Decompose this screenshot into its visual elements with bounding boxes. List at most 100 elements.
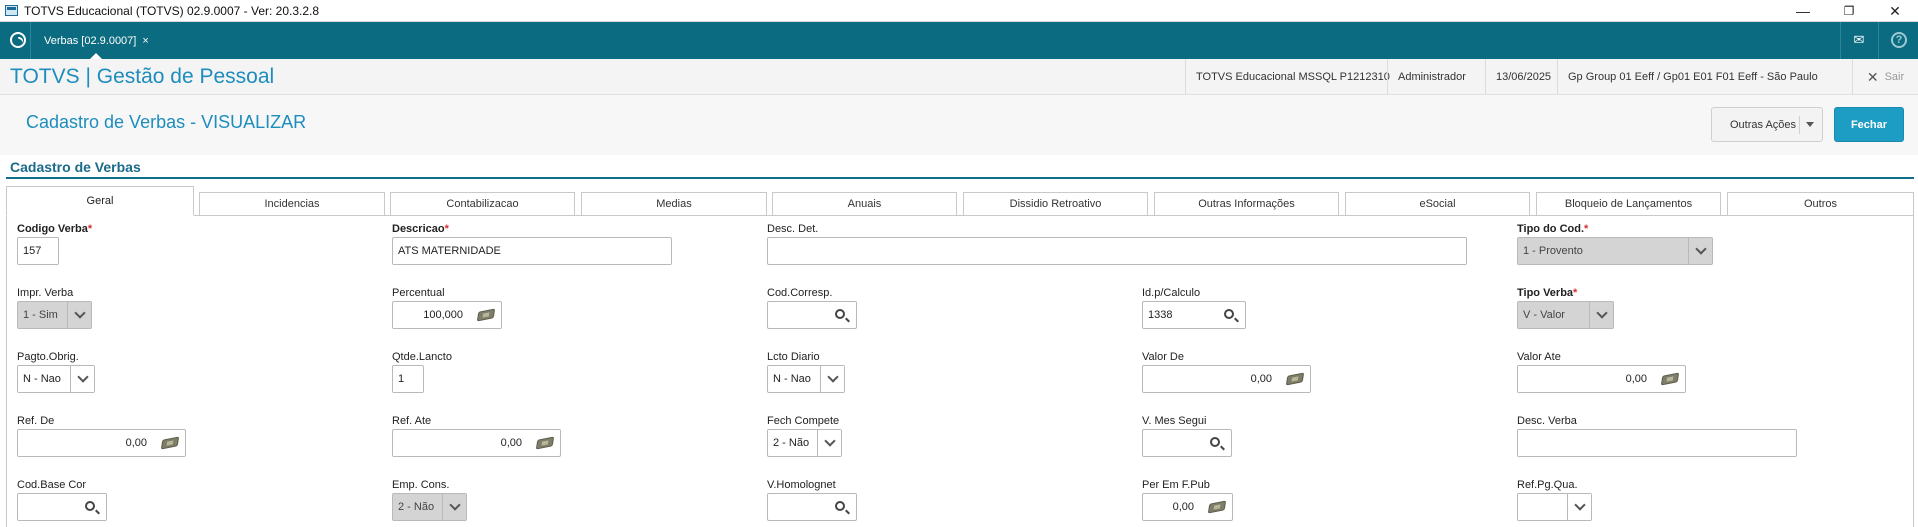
- calculator-icon[interactable]: [530, 430, 560, 456]
- close-window-button[interactable]: ✕: [1872, 0, 1918, 22]
- other-actions-button[interactable]: Outras Ações: [1711, 107, 1823, 142]
- tipo-cod-select[interactable]: 1 - Provento: [1517, 237, 1713, 265]
- page-header: Cadastro de Verbas - VISUALIZAR Outras A…: [0, 95, 1918, 155]
- ref-de-label: Ref. De: [17, 415, 55, 427]
- page-title: Cadastro de Verbas - VISUALIZAR: [26, 112, 307, 132]
- valor-de-field[interactable]: 0,00: [1142, 365, 1311, 393]
- tab-close-icon[interactable]: ×: [142, 35, 148, 47]
- impr-verba-select[interactable]: 1 - Sim: [17, 301, 92, 329]
- cod-corresp-label: Cod.Corresp.: [767, 287, 833, 299]
- chevron-down-icon[interactable]: [1589, 302, 1613, 328]
- fech-compete-value: 2 - Não: [773, 437, 810, 449]
- tab-verbas[interactable]: Verbas [02.9.0007] ×: [36, 22, 157, 59]
- chevron-down-icon[interactable]: [820, 366, 844, 392]
- fech-compete-label: Fech Compete: [767, 415, 840, 427]
- calculator-icon[interactable]: [1655, 366, 1685, 392]
- tab-outros[interactable]: Outros: [1727, 192, 1914, 216]
- tab-esocial[interactable]: eSocial: [1345, 192, 1530, 216]
- pagto-obrig-select[interactable]: N - Nao: [17, 365, 95, 393]
- qtde-lancto-label: Qtde.Lancto: [392, 351, 452, 363]
- logout-button[interactable]: ✕ Sair: [1852, 59, 1918, 95]
- close-button[interactable]: Fechar: [1834, 107, 1904, 142]
- percentual-label: Percentual: [392, 287, 445, 299]
- id-calculo-field[interactable]: 1338: [1142, 301, 1246, 329]
- chevron-down-icon[interactable]: [70, 366, 94, 392]
- chevron-down-icon[interactable]: [1688, 238, 1712, 264]
- per-em-f-pub-value: 0,00: [1172, 501, 1194, 513]
- chevron-down-icon[interactable]: [1567, 494, 1591, 520]
- cod-base-cor-field[interactable]: [17, 493, 107, 521]
- home-icon[interactable]: [10, 32, 26, 48]
- tabbar-divider: [1840, 22, 1841, 59]
- button-divider: [1799, 116, 1800, 134]
- id-calculo-label: Id.p/Calculo: [1142, 287, 1201, 299]
- user-info: Administrador: [1387, 59, 1476, 95]
- search-icon[interactable]: [826, 302, 856, 328]
- descricao-label: Descricao*: [392, 223, 449, 235]
- v-mes-segui-field[interactable]: [1142, 429, 1232, 457]
- logout-label: Sair: [1884, 71, 1905, 83]
- ref-ate-field[interactable]: 0,00: [392, 429, 561, 457]
- ref-pg-qua-select[interactable]: [1517, 493, 1592, 521]
- chevron-down-icon[interactable]: [442, 494, 466, 520]
- v-mes-segui-label: V. Mes Segui: [1142, 415, 1207, 427]
- search-icon[interactable]: [826, 494, 856, 520]
- valor-ate-field[interactable]: 0,00: [1517, 365, 1686, 393]
- fech-compete-select[interactable]: 2 - Não: [767, 429, 842, 457]
- percentual-field[interactable]: 100,000: [392, 301, 502, 329]
- chevron-down-icon[interactable]: [817, 430, 841, 456]
- v-homolognet-field[interactable]: [767, 493, 857, 521]
- tab-bloqueio-lancamentos[interactable]: Bloqueio de Lançamentos: [1536, 192, 1721, 216]
- emp-cons-select[interactable]: 2 - Não: [392, 493, 467, 521]
- help-icon[interactable]: ?: [1891, 32, 1907, 48]
- tab-geral[interactable]: Geral: [6, 186, 194, 216]
- qtde-lancto-field[interactable]: 1: [392, 365, 424, 393]
- search-icon[interactable]: [1201, 430, 1231, 456]
- panel-border: [1913, 215, 1914, 527]
- calculator-icon[interactable]: [1280, 366, 1310, 392]
- tipo-verba-select[interactable]: V - Valor: [1517, 301, 1614, 329]
- pagto-obrig-label: Pagto.Obrig.: [17, 351, 79, 363]
- lcto-diario-label: Lcto Diario: [767, 351, 820, 363]
- search-icon[interactable]: [76, 494, 106, 520]
- tab-contabilizacao[interactable]: Contabilizacao: [390, 192, 575, 216]
- tipo-cod-value: 1 - Provento: [1523, 245, 1583, 257]
- cod-corresp-field[interactable]: [767, 301, 857, 329]
- calculator-icon[interactable]: [471, 302, 501, 328]
- ref-de-field[interactable]: 0,00: [17, 429, 186, 457]
- search-icon[interactable]: [1215, 302, 1245, 328]
- per-em-f-pub-field[interactable]: 0,00: [1142, 493, 1233, 521]
- mail-icon[interactable]: ✉: [1851, 32, 1867, 48]
- module-brand: TOTVS | Gestão de Pessoal: [10, 65, 275, 88]
- chevron-down-icon[interactable]: [67, 302, 91, 328]
- desc-det-label: Desc. Det.: [767, 223, 819, 235]
- calculator-icon[interactable]: [1202, 494, 1232, 520]
- tab-incidencias[interactable]: Incidencias: [199, 192, 385, 216]
- lcto-diario-value: N - Nao: [773, 373, 811, 385]
- ref-pg-qua-label: Ref.Pg.Qua.: [1517, 479, 1578, 491]
- minimize-button[interactable]: —: [1780, 0, 1826, 22]
- tab-anuais[interactable]: Anuais: [772, 192, 957, 216]
- valor-ate-label: Valor Ate: [1517, 351, 1561, 363]
- impr-verba-label: Impr. Verba: [17, 287, 74, 299]
- impr-verba-value: 1 - Sim: [23, 309, 58, 321]
- descricao-field[interactable]: ATS MATERNIDADE: [392, 237, 672, 265]
- calculator-icon[interactable]: [155, 430, 185, 456]
- desc-det-field[interactable]: [767, 237, 1467, 265]
- emp-cons-label: Emp. Cons.: [392, 479, 450, 491]
- tab-dissidio-retroativo[interactable]: Dissidio Retroativo: [963, 192, 1148, 216]
- section-title: Cadastro de Verbas: [10, 159, 141, 175]
- tabs-baseline: [6, 215, 1914, 216]
- valor-de-value: 0,00: [1250, 373, 1272, 385]
- lcto-diario-select[interactable]: N - Nao: [767, 365, 845, 393]
- maximize-button[interactable]: ❐: [1826, 0, 1872, 22]
- environment-info: TOTVS Educacional MSSQL P1212310: [1185, 59, 1400, 95]
- tab-medias[interactable]: Medias: [581, 192, 767, 216]
- valor-ate-value: 0,00: [1625, 373, 1647, 385]
- emp-cons-value: 2 - Não: [398, 501, 435, 513]
- tab-outras-informacoes[interactable]: Outras Informações: [1154, 192, 1339, 216]
- desc-verba-field[interactable]: [1517, 429, 1797, 457]
- codigo-verba-field[interactable]: 157: [17, 237, 59, 265]
- tipo-verba-label: Tipo Verba*: [1517, 287, 1578, 299]
- tabbar-divider: [1878, 22, 1879, 59]
